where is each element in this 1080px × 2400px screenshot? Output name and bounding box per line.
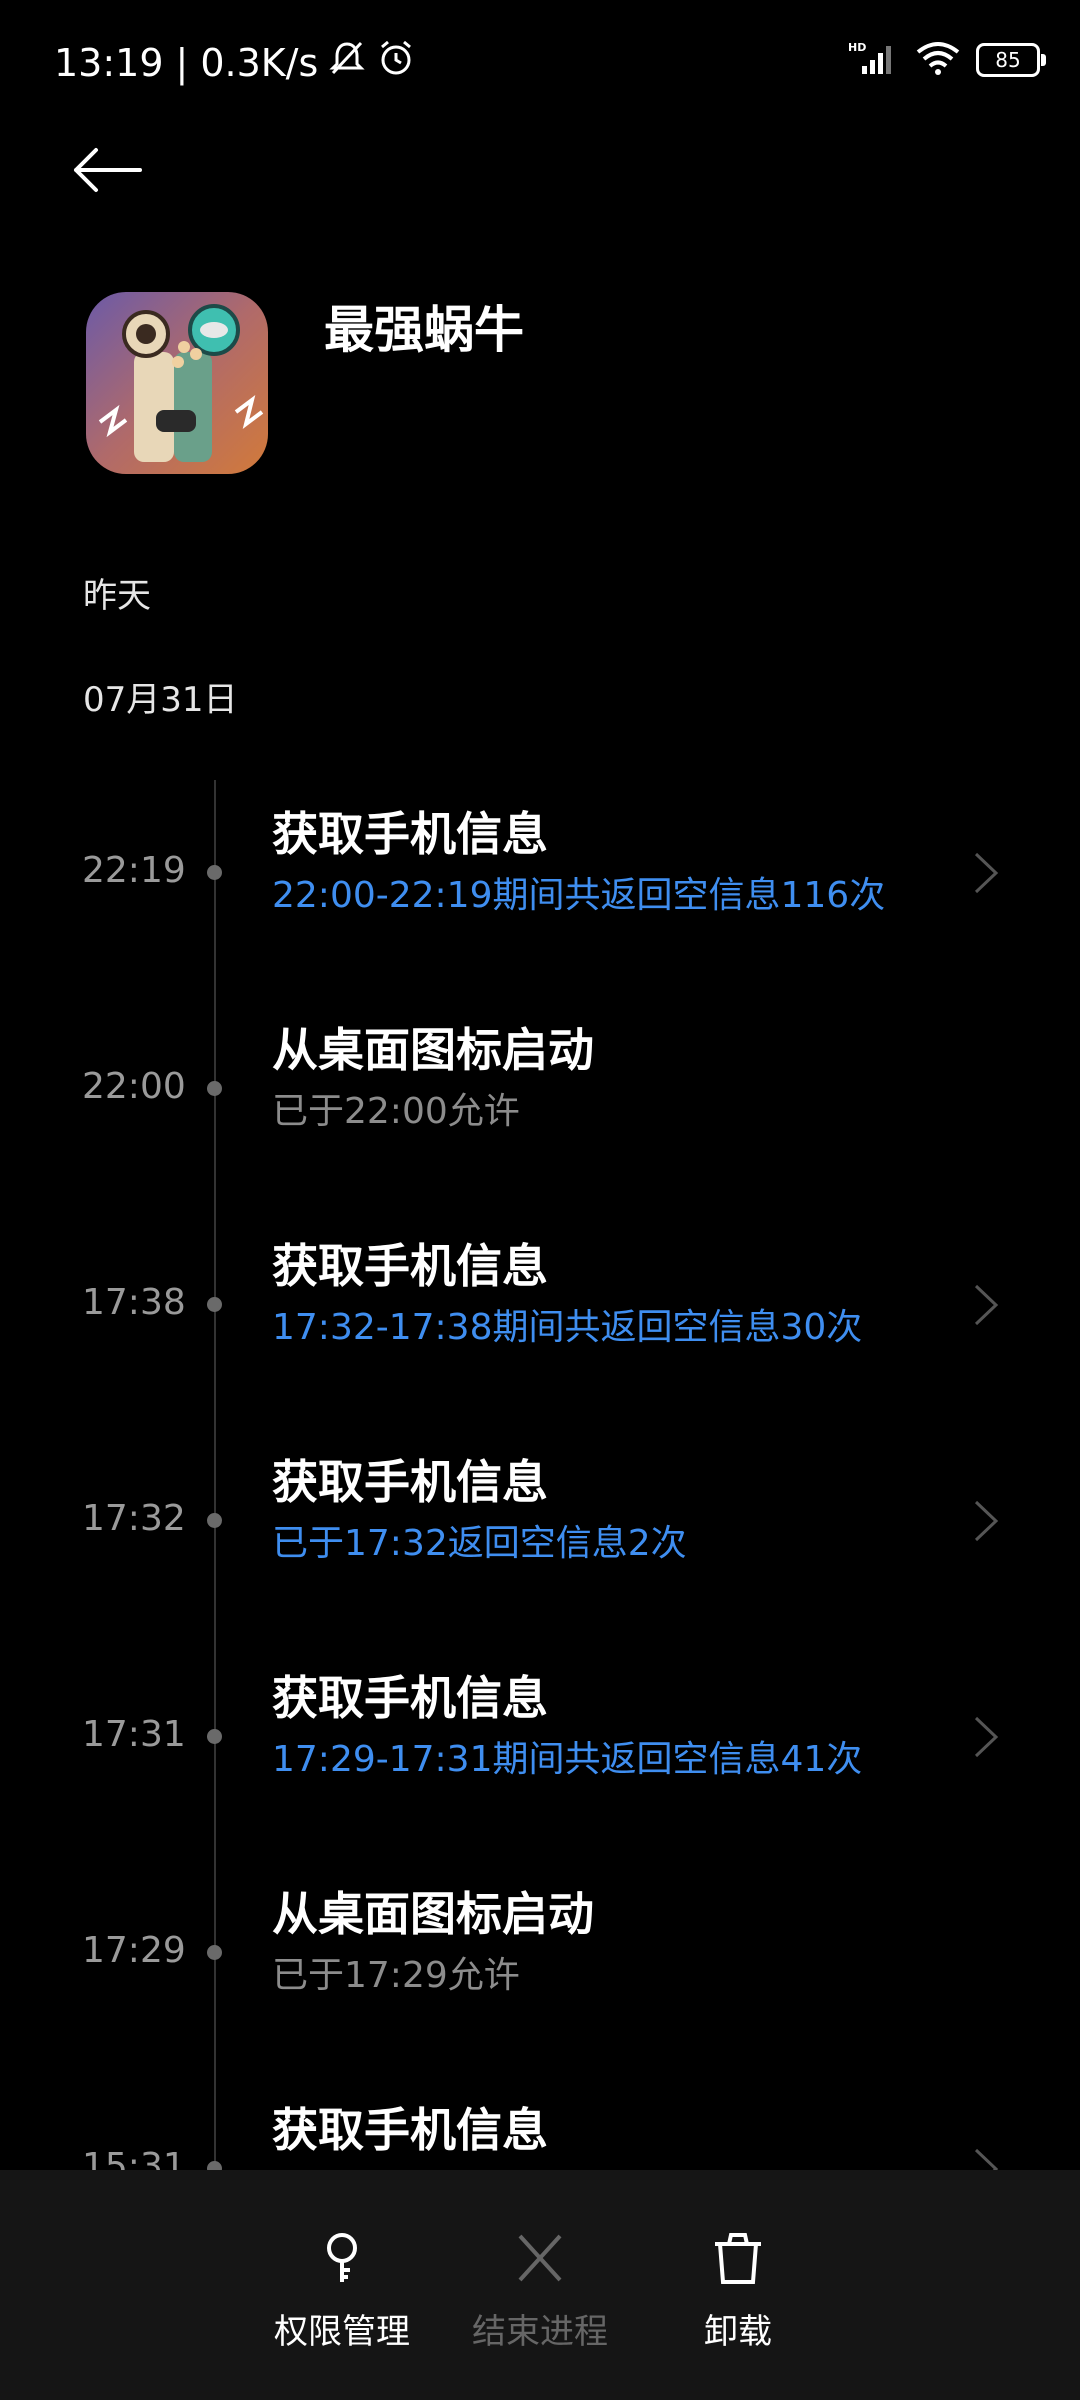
- status-bar: 13:19 | 0.3K/s HD 85: [0, 0, 1080, 120]
- chevron-right-icon: [974, 1716, 999, 1758]
- back-button[interactable]: [70, 140, 160, 210]
- chevron-right-icon: [974, 1500, 999, 1542]
- timeline-dot: [207, 1081, 222, 1096]
- entry-time: 22:00: [82, 1066, 186, 1107]
- back-arrow-icon: [74, 148, 142, 192]
- entry-subtitle: 22:00-22:19期间共返回空信息116次: [272, 875, 886, 916]
- status-left: 13:19 | 0.3K/s: [54, 38, 416, 87]
- trash-icon: [715, 2233, 761, 2284]
- entry-time: 17:32: [82, 1498, 186, 1539]
- entry-title: 从桌面图标启动: [272, 1887, 594, 1941]
- uninstall-label: 卸载: [704, 2312, 772, 2352]
- battery-level: 85: [995, 48, 1021, 72]
- chevron-right-icon: [974, 1284, 999, 1326]
- timeline-entry: 22:00 从桌面图标启动 已于22:00允许: [0, 1016, 1080, 1232]
- bottom-action-bar: 权限管理 结束进程 卸载: [0, 2170, 1080, 2400]
- timeline-dot: [207, 1729, 222, 1744]
- app-name: 最强蜗牛: [324, 301, 524, 359]
- timeline-entry[interactable]: 17:31 获取手机信息 17:29-17:31期间共返回空信息41次: [0, 1664, 1080, 1880]
- uninstall-button[interactable]: 卸载: [638, 2230, 838, 2353]
- timeline-dot: [207, 1297, 222, 1312]
- entry-time: 17:38: [82, 1282, 186, 1323]
- entry-time: 22:19: [82, 850, 186, 891]
- entry-subtitle: 已于22:00允许: [272, 1091, 520, 1132]
- mute-icon: [328, 39, 366, 86]
- entry-time: 17:31: [82, 1714, 186, 1755]
- battery-icon: 85: [976, 43, 1046, 77]
- date-label: 07月31日: [83, 680, 238, 720]
- timeline-entry[interactable]: 17:32 获取手机信息 已于17:32返回空信息2次: [0, 1448, 1080, 1664]
- timeline-entry: 17:29 从桌面图标启动 已于17:29允许: [0, 1880, 1080, 2096]
- entry-subtitle: 已于17:29允许: [272, 1955, 520, 1996]
- entry-title: 获取手机信息: [272, 1671, 548, 1725]
- status-net-speed: 0.3K/s: [200, 40, 319, 85]
- hd-signal-icon: HD: [848, 40, 900, 80]
- end-process-button[interactable]: 结束进程: [440, 2230, 640, 2353]
- svg-text:HD: HD: [848, 41, 866, 54]
- timeline-entry[interactable]: 17:38 获取手机信息 17:32-17:38期间共返回空信息30次: [0, 1232, 1080, 1448]
- entry-subtitle: 已于17:32返回空信息2次: [272, 1523, 687, 1564]
- timeline-entry[interactable]: 22:19 获取手机信息 22:00-22:19期间共返回空信息116次: [0, 800, 1080, 1016]
- timeline-dot: [207, 865, 222, 880]
- entry-title: 获取手机信息: [272, 2103, 548, 2157]
- end-process-label: 结束进程: [472, 2312, 608, 2352]
- day-label: 昨天: [83, 576, 151, 616]
- chevron-right-icon: [974, 852, 999, 894]
- app-icon: [86, 292, 268, 474]
- entry-subtitle: 17:32-17:38期间共返回空信息30次: [272, 1307, 863, 1348]
- entry-title: 获取手机信息: [272, 1239, 548, 1293]
- key-icon: [327, 2233, 357, 2282]
- alarm-icon: [376, 38, 416, 87]
- permissions-label: 权限管理: [274, 2312, 410, 2352]
- entry-title: 获取手机信息: [272, 1455, 548, 1509]
- entry-title: 获取手机信息: [272, 807, 548, 861]
- entry-time: 17:29: [82, 1930, 186, 1971]
- status-time: 13:19: [54, 40, 164, 85]
- timeline-dot: [207, 1513, 222, 1528]
- wifi-icon: [914, 40, 962, 80]
- status-separator: |: [175, 40, 189, 85]
- status-right: HD 85: [848, 40, 1046, 80]
- entry-subtitle: 17:29-17:31期间共返回空信息41次: [272, 1739, 863, 1780]
- close-icon: [518, 2234, 562, 2282]
- entry-title: 从桌面图标启动: [272, 1023, 594, 1077]
- permissions-button[interactable]: 权限管理: [242, 2230, 442, 2353]
- timeline-dot: [207, 1945, 222, 1960]
